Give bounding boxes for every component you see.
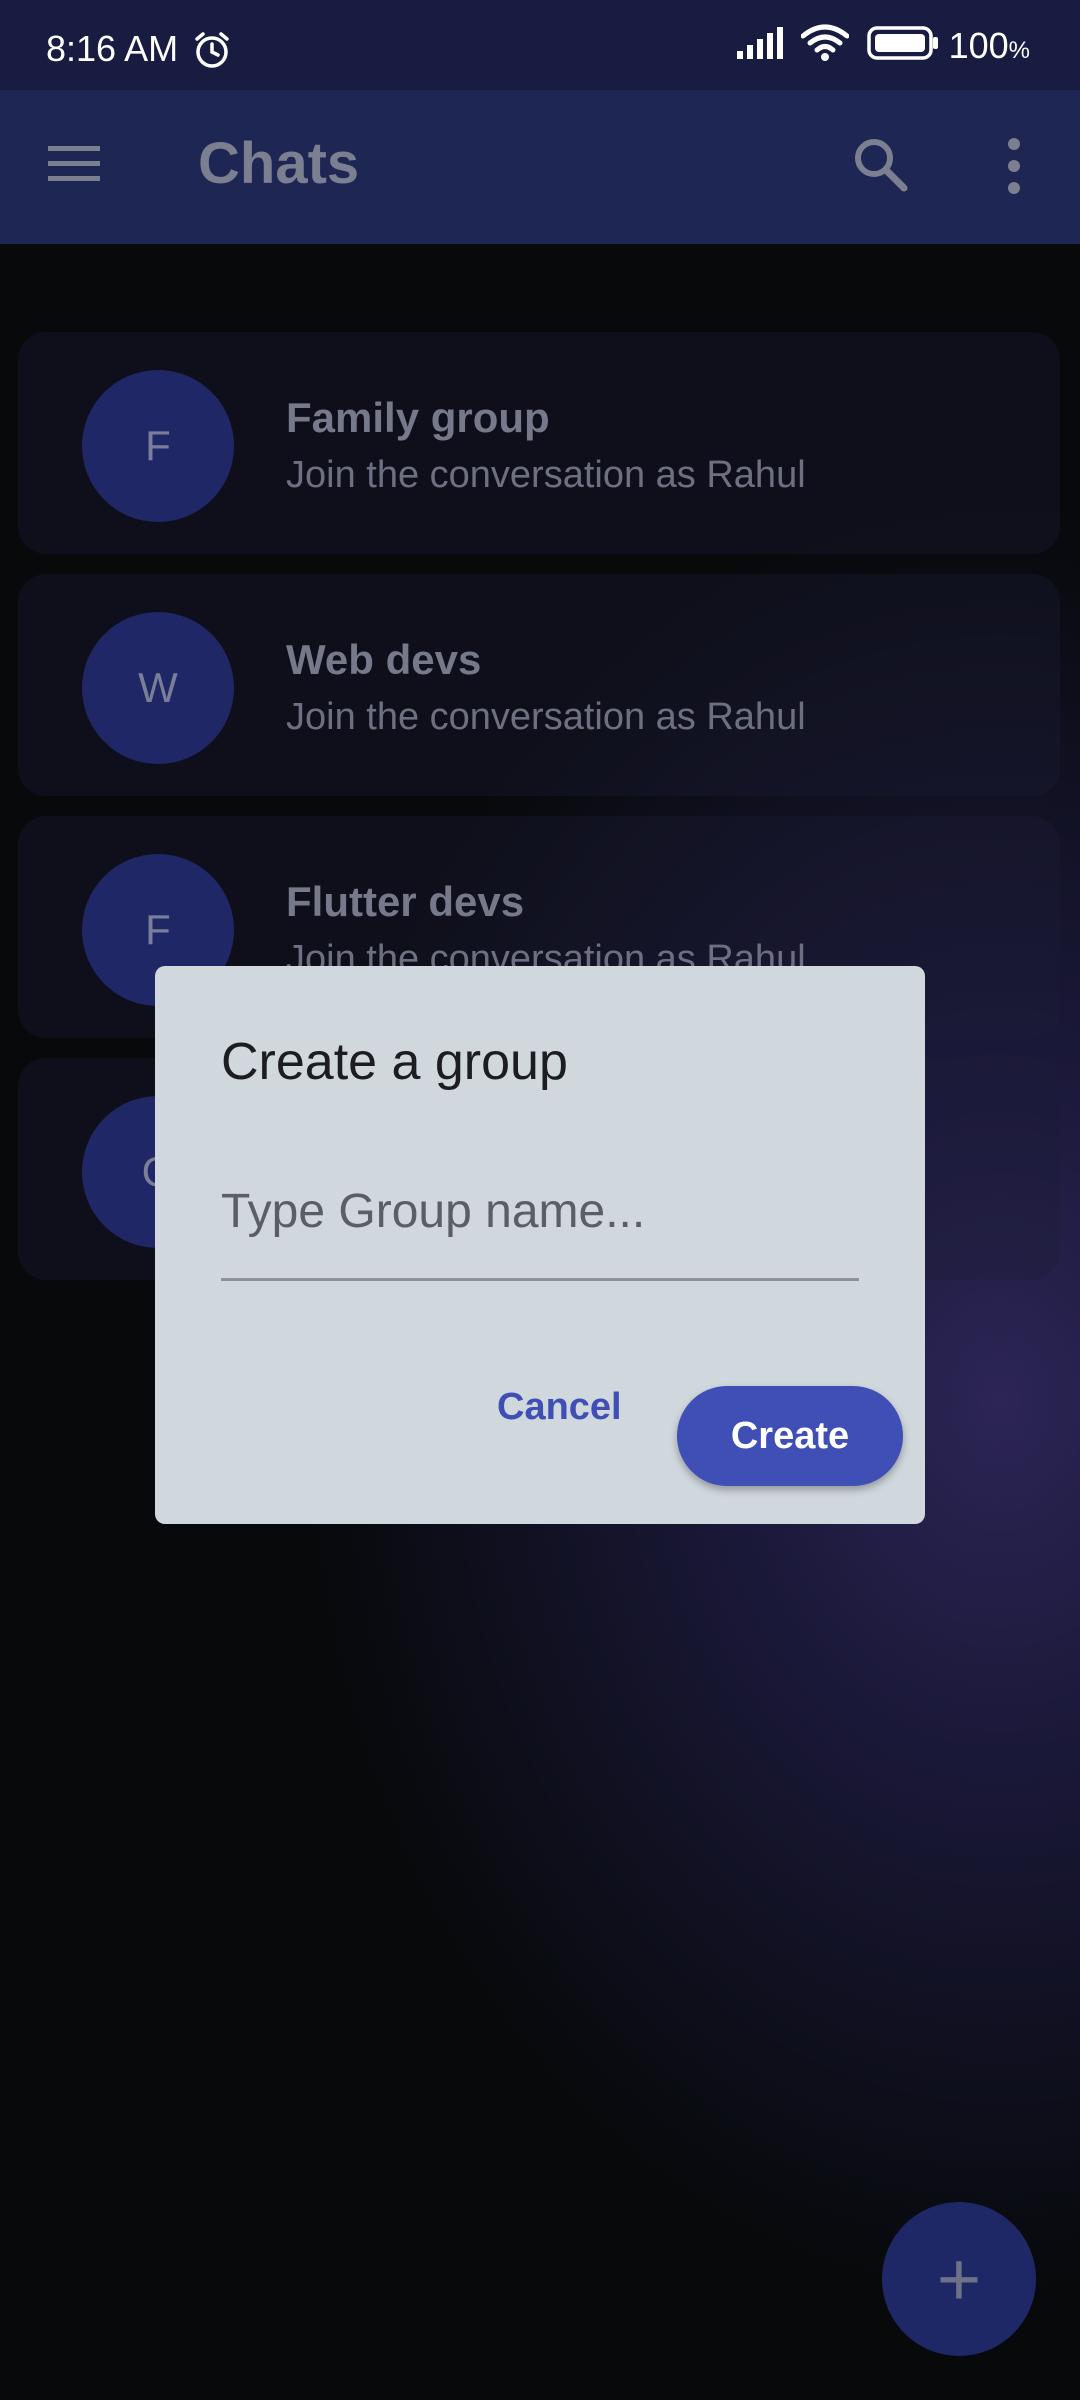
avatar: W — [82, 612, 234, 764]
alarm-icon — [192, 30, 232, 75]
chat-name: Web devs — [286, 636, 482, 683]
chat-subtitle: Join the conversation as Rahul — [286, 696, 806, 738]
search-icon[interactable] — [852, 136, 910, 199]
battery-percent: 100 — [948, 24, 1009, 66]
cancel-button[interactable]: Cancel — [497, 1386, 622, 1429]
more-vert-icon[interactable] — [1000, 136, 1028, 201]
battery-level: 100% — [949, 25, 1030, 67]
avatar: F — [82, 370, 234, 522]
wifi-icon — [800, 24, 850, 67]
page-title: Chats — [198, 131, 360, 196]
chat-name: Flutter devs — [286, 878, 525, 925]
plus-icon: + — [936, 2236, 982, 2322]
chat-item-family-group[interactable]: F Family group Join the conversation as … — [18, 332, 1060, 554]
chat-subtitle: Join the conversation as Rahul — [286, 454, 806, 496]
app-bar: Chats — [0, 90, 1080, 244]
dialog-title: Create a group — [221, 1033, 568, 1091]
battery-unit: % — [1008, 36, 1030, 64]
group-name-input[interactable] — [221, 1176, 859, 1246]
chat-name: Family group — [286, 394, 550, 441]
status-bar: 8:16 AM 100% — [0, 0, 1080, 90]
create-group-dialog: Create a group Cancel Create — [155, 966, 925, 1524]
battery-icon — [866, 26, 939, 65]
menu-icon[interactable] — [48, 142, 100, 191]
add-chat-button[interactable]: + — [882, 2202, 1036, 2356]
input-underline — [221, 1278, 859, 1281]
chat-item-web-devs[interactable]: W Web devs Join the conversation as Rahu… — [18, 574, 1060, 796]
status-time: 8:16 AM — [46, 28, 179, 69]
signal-icon — [735, 25, 785, 66]
create-button[interactable]: Create — [677, 1386, 903, 1486]
